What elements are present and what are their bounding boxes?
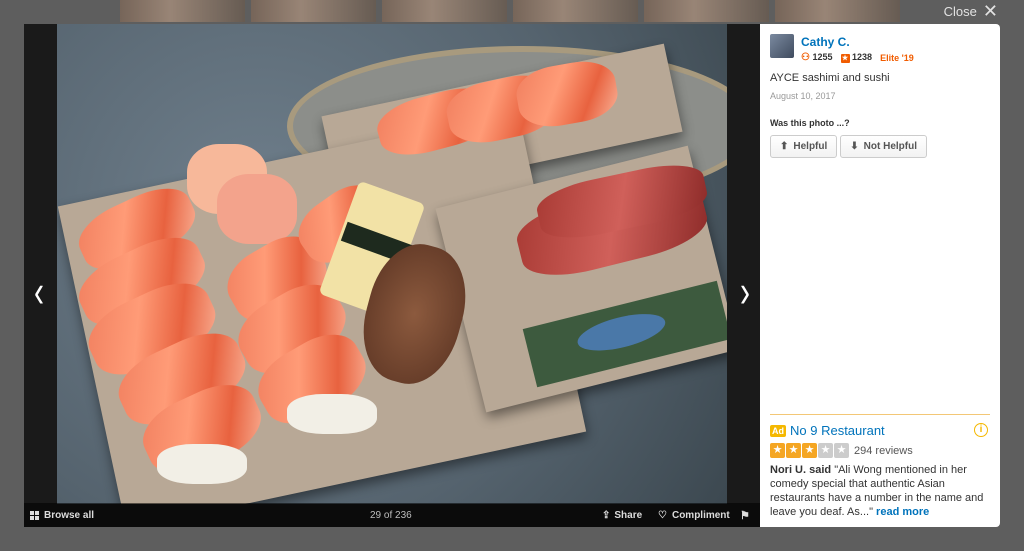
photo-viewer: ‹ › Browse all 29 of 236 ⇪ Share ♡ Compl… <box>24 24 760 527</box>
browse-all-button[interactable]: Browse all <box>30 510 94 521</box>
not-helpful-label: Not Helpful <box>863 141 917 152</box>
thumbnail-strip[interactable] <box>120 0 900 22</box>
arrow-down-icon: ⬇ <box>850 141 859 152</box>
grid-icon <box>30 510 39 520</box>
friends-icon: ⚇ <box>801 52 810 63</box>
not-helpful-button[interactable]: ⬇ Not Helpful <box>840 135 927 158</box>
thumbnail[interactable] <box>775 0 900 22</box>
sponsored-ad: Ad No 9 Restaurant i ★ ★ ★ ★ ★ 294 reviews N… <box>770 414 990 519</box>
next-photo-arrow-icon[interactable]: › <box>740 268 750 319</box>
ad-business-link[interactable]: No 9 Restaurant <box>790 423 885 438</box>
user-info: Cathy C. ⚇ 1255 ★ 1238 Elite '19 <box>770 34 990 63</box>
close-icon: ✕ <box>982 1 998 21</box>
helpful-question: Was this photo ...? <box>770 118 850 128</box>
star-rating: ★ ★ ★ ★ ★ <box>770 443 849 458</box>
sushi-photo <box>57 24 727 504</box>
close-label: Close <box>943 3 977 19</box>
photo-caption: AYCE sashimi and sushi <box>770 72 890 84</box>
reviews-count: 1238 <box>852 52 873 62</box>
star-icon: ★ <box>770 443 785 458</box>
share-label: Share <box>614 509 643 521</box>
avatar[interactable] <box>770 34 794 58</box>
thumbnail[interactable] <box>513 0 638 22</box>
close-button[interactable]: Close ✕ <box>943 1 998 21</box>
ad-reviewer: Nori U. said <box>770 464 832 476</box>
user-name-link[interactable]: Cathy C. <box>801 35 914 49</box>
helpful-button[interactable]: ⬆ Helpful <box>770 135 838 158</box>
review-star-icon: ★ <box>840 54 850 63</box>
vote-buttons: ⬆ Helpful ⬇ Not Helpful <box>770 135 990 158</box>
photo-counter: 29 of 236 <box>370 509 412 521</box>
compliment-button[interactable]: ♡ Compliment <box>658 510 730 521</box>
thumbnail[interactable] <box>382 0 507 22</box>
star-icon: ★ <box>802 443 817 458</box>
thumbnail[interactable] <box>120 0 245 22</box>
ad-badge: Ad <box>770 424 786 437</box>
star-icon: ★ <box>818 443 833 458</box>
ad-review-count: 294 reviews <box>854 444 913 457</box>
viewer-toolbar: Browse all 29 of 236 ⇪ Share ♡ Complimen… <box>24 503 760 527</box>
arrow-up-icon: ⬆ <box>780 141 789 152</box>
star-icon: ★ <box>786 443 801 458</box>
info-icon[interactable]: i <box>974 423 988 437</box>
share-button[interactable]: ⇪ Share <box>602 510 642 521</box>
thumbnail[interactable] <box>644 0 769 22</box>
share-icon: ⇪ <box>602 509 611 521</box>
previous-photo-arrow-icon[interactable]: ‹ <box>34 268 44 319</box>
ad-snippet: Nori U. said "Ali Wong mentioned in her … <box>770 463 990 519</box>
photo-details-panel: Cathy C. ⚇ 1255 ★ 1238 Elite '19 AYCE sa… <box>760 24 1000 527</box>
star-icon: ★ <box>834 443 849 458</box>
compliment-label: Compliment <box>671 509 730 521</box>
ribbon-icon: ♡ <box>658 509 667 521</box>
browse-all-label: Browse all <box>44 509 95 521</box>
elite-badge: Elite '19 <box>880 52 914 63</box>
user-stats: ⚇ 1255 ★ 1238 Elite '19 <box>801 52 914 63</box>
flag-icon[interactable]: ⚑ <box>740 509 750 522</box>
friends-count: 1255 <box>812 52 833 62</box>
thumbnail[interactable] <box>251 0 376 22</box>
helpful-label: Helpful <box>793 141 828 152</box>
photo-date: August 10, 2017 <box>770 91 836 101</box>
read-more-link[interactable]: read more <box>876 506 929 518</box>
